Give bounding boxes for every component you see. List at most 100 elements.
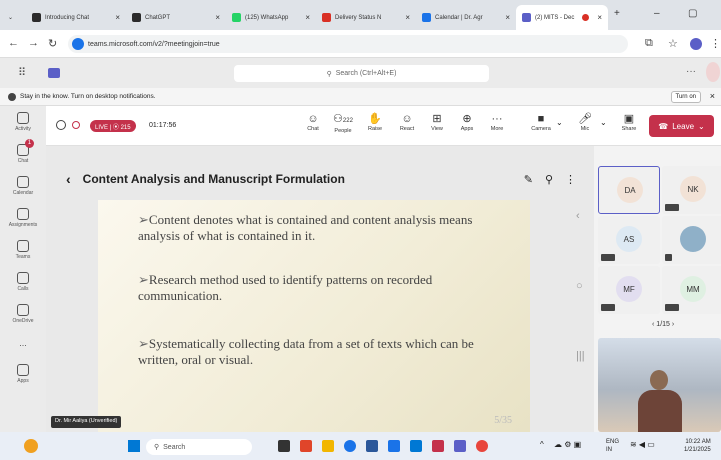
chevron-down-icon[interactable]: ⌄ — [600, 118, 607, 127]
tab-delivery-status[interactable]: Delivery Status N × — [316, 5, 416, 30]
next-page-icon[interactable]: › — [672, 321, 674, 328]
copilot-icon[interactable] — [300, 440, 312, 452]
previous-page-icon[interactable]: ‹ — [652, 321, 654, 328]
react-button[interactable]: ☺ React — [392, 112, 422, 132]
outlook-icon[interactable] — [410, 440, 422, 452]
meeting-toolbar: LIVE | ⦿ 215 01:17:56 ☺ Chat ⚇222 People ✋… — [46, 106, 721, 146]
participant-tile[interactable] — [662, 216, 721, 264]
rail-item-assignments[interactable]: Assignments — [0, 208, 46, 228]
close-icon[interactable]: × — [215, 13, 220, 22]
rail-item-calendar[interactable]: Calendar — [0, 176, 46, 196]
chevron-down-icon[interactable]: ⌄ — [556, 118, 563, 127]
profile-avatar[interactable] — [706, 62, 720, 82]
close-icon[interactable]: × — [505, 13, 510, 22]
new-tab-button[interactable]: + — [614, 8, 620, 19]
phone-icon — [17, 272, 29, 284]
profile-avatar[interactable] — [690, 38, 702, 50]
teams-search-input[interactable]: ⚲ Search (Ctrl+Alt+E) — [234, 65, 489, 82]
forward-arrow-icon[interactable]: → — [28, 37, 39, 49]
url-field[interactable]: teams.microsoft.com/v2/?meetingjoin=true — [68, 35, 628, 53]
participant-tile[interactable]: NK — [662, 166, 721, 214]
tab-calendar[interactable]: Calendar | Dr. Agr × — [416, 5, 516, 30]
tab-favicon — [32, 13, 41, 22]
tab-mits-teams[interactable]: (2) MITS - Dec × — [516, 5, 608, 30]
maximize-button[interactable]: ▢ — [688, 8, 697, 19]
rail-item-more[interactable]: ... — [0, 338, 46, 348]
people-icon: ⚇222 — [333, 113, 353, 125]
file-explorer-icon[interactable] — [322, 440, 334, 452]
rail-item-activity[interactable]: Activity — [0, 112, 46, 132]
search-icon[interactable]: ⚲ — [545, 173, 553, 186]
app-icon[interactable] — [388, 440, 400, 452]
chat-button[interactable]: ☺ Chat — [298, 112, 328, 132]
tab-whatsapp[interactable]: (125) WhatsApp × — [226, 5, 316, 30]
reload-icon[interactable]: ↻ — [48, 37, 57, 50]
people-button[interactable]: ⚇222 People — [328, 112, 358, 134]
bookmark-star-icon[interactable]: ☆ — [668, 37, 678, 50]
rail-item-calls[interactable]: Calls — [0, 272, 46, 292]
edit-icon[interactable]: ✎ — [524, 173, 533, 186]
teams-app-icon[interactable] — [454, 440, 466, 452]
rail-item-onedrive[interactable]: OneDrive — [0, 304, 46, 324]
pause-bars-icon[interactable]: ||| — [576, 350, 585, 362]
tab-search-button[interactable]: ⌄ — [2, 5, 22, 30]
task-view-icon[interactable] — [278, 440, 290, 452]
tray-icons[interactable]: ☁ ⚙ ▣ — [554, 440, 581, 449]
rail-item-apps[interactable]: Apps — [0, 364, 46, 384]
teams-app-rail: Activity 1 Chat Calendar Assignments Team… — [0, 106, 46, 432]
raise-hand-button[interactable]: ✋ Raise — [360, 112, 390, 132]
view-button[interactable]: ⊞ View — [422, 112, 452, 132]
windows-start-icon[interactable] — [128, 440, 140, 452]
close-icon[interactable]: × — [597, 13, 602, 22]
recording-dot-icon — [582, 14, 590, 21]
participant-tile[interactable]: DA — [598, 166, 660, 214]
menu-dots-icon[interactable]: ⋮ — [710, 37, 721, 50]
tab-chatgpt[interactable]: ChatGPT × — [126, 5, 226, 30]
slide-title: Content Analysis and Manuscript Formulat… — [82, 172, 345, 186]
close-icon[interactable]: × — [115, 13, 120, 22]
share-screen-icon: ▣ — [623, 113, 635, 125]
leave-button[interactable]: ☎ Leave ⌄ — [649, 115, 714, 137]
app-launcher-icon[interactable]: ⠿ — [18, 66, 26, 79]
weather-icon[interactable] — [24, 439, 38, 453]
tab-introducing-chat[interactable]: Introducing Chat × — [26, 5, 126, 30]
chrome-icon[interactable] — [344, 440, 356, 452]
taskbar-search[interactable]: ⚲ Search — [146, 439, 252, 455]
extensions-icon[interactable]: ⧉ — [645, 37, 653, 50]
mic-button[interactable]: 🎤︎ Mic — [570, 112, 600, 132]
chat-icon: 1 — [17, 139, 34, 156]
tab-favicon — [232, 13, 241, 22]
app-icon[interactable] — [366, 440, 378, 452]
teams-icon — [17, 240, 29, 252]
tray-chevron-icon[interactable]: ^ — [540, 440, 544, 449]
back-arrow-icon[interactable]: ← — [8, 37, 19, 49]
taskbar-clock[interactable]: 10:22 AM 1/21/2025 — [684, 438, 711, 454]
apps-button[interactable]: ⊕ Apps — [452, 112, 482, 132]
participant-tile[interactable]: MF — [598, 266, 660, 314]
bell-icon — [17, 112, 29, 124]
more-button[interactable]: ··· More — [482, 112, 512, 132]
previous-chevron-icon[interactable]: ‹ — [576, 210, 580, 222]
search-icon: ⚲ — [154, 444, 160, 451]
minimize-button[interactable]: – — [654, 8, 660, 19]
chrome-icon[interactable] — [476, 440, 488, 452]
rail-item-chat[interactable]: 1 Chat — [0, 139, 46, 164]
meeting-info-icon[interactable] — [56, 120, 66, 130]
site-info-icon[interactable] — [72, 38, 84, 50]
circle-icon[interactable]: ○ — [576, 280, 583, 292]
share-button[interactable]: ▣ Share — [614, 112, 644, 132]
rail-item-teams[interactable]: Teams — [0, 240, 46, 260]
close-icon[interactable]: × — [405, 13, 410, 22]
language-indicator[interactable]: ENG IN — [606, 438, 619, 454]
more-options-icon[interactable]: ··· — [686, 66, 696, 77]
close-icon[interactable]: × — [710, 91, 715, 101]
participant-tile[interactable]: AS — [598, 216, 660, 264]
camera-button[interactable]: ■ Camera — [526, 112, 556, 132]
app-icon[interactable] — [432, 440, 444, 452]
wifi-volume-battery-icons[interactable]: ≋ ◀ ▭ — [630, 440, 655, 449]
back-chevron-icon[interactable]: ‹ — [66, 171, 71, 187]
more-options-icon[interactable]: ⋮ — [565, 173, 576, 186]
participant-tile[interactable]: MM — [662, 266, 721, 314]
turn-on-button[interactable]: Turn on — [670, 91, 701, 103]
close-icon[interactable]: × — [305, 13, 310, 22]
